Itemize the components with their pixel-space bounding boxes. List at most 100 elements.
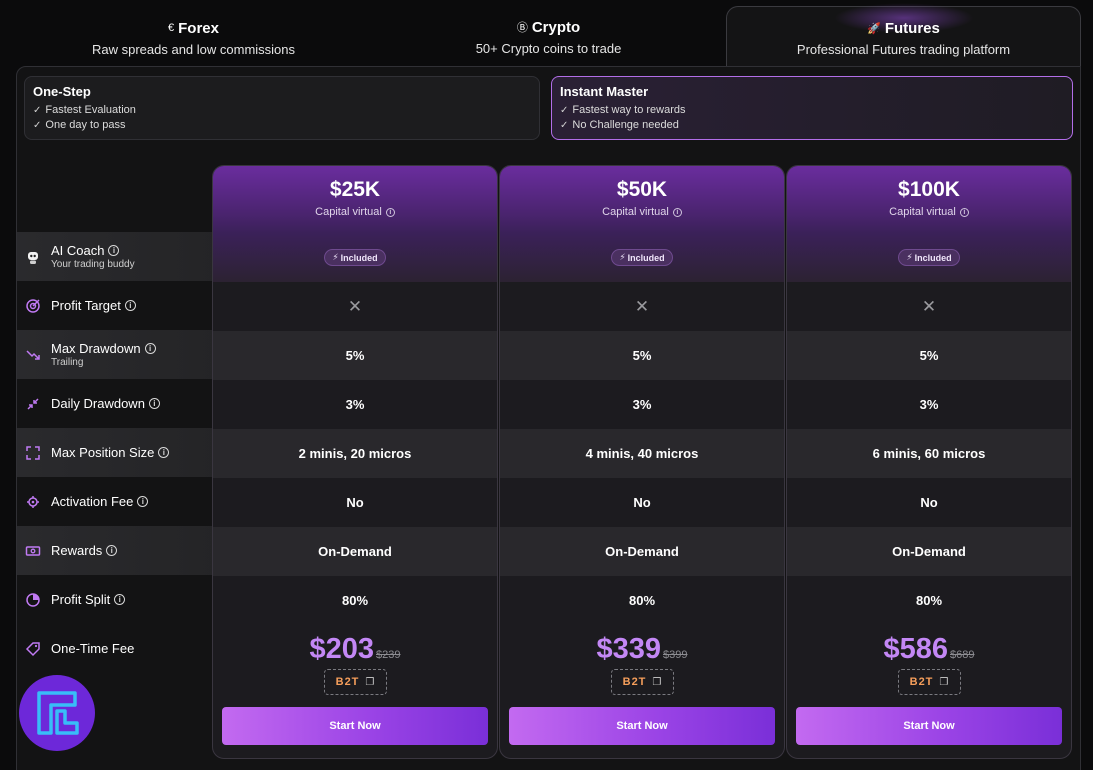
plan-price: $339	[596, 633, 662, 665]
tab-crypto-subtitle: 50+ Crypto coins to trade	[475, 41, 622, 56]
compress-icon	[25, 396, 41, 412]
info-icon[interactable]: i	[124, 300, 136, 311]
info-icon[interactable]: i	[672, 207, 682, 217]
expand-icon	[25, 445, 41, 461]
info-icon[interactable]: i	[148, 398, 160, 409]
info-icon[interactable]: i	[144, 343, 156, 354]
row-label-subtitle: Trailing	[51, 357, 84, 368]
challenge-feature: ✓ Fastest Evaluation	[33, 103, 531, 118]
row-label-max-position-size: Max Position Size i	[17, 428, 229, 477]
plan-price: $203	[309, 633, 375, 665]
challenge-feature-text: No Challenge needed	[572, 119, 679, 131]
row-label-profit-target: Profit Target i	[17, 281, 229, 330]
cell-max-drawdown: 5%	[500, 331, 784, 380]
row-label-activation-fee: Activation Fee i	[17, 477, 229, 526]
start-now-button[interactable]: Start Now	[796, 707, 1062, 745]
plan-25k: $25K Capital virtual i ⚡ Included ✕ 5% 3% …	[212, 165, 498, 759]
row-label-daily-drawdown: Daily Drawdown i	[17, 379, 229, 428]
included-badge: ⚡ Included	[611, 249, 673, 266]
tab-forex-label: Forex	[178, 19, 219, 37]
challenge-feature: ✓ No Challenge needed	[560, 118, 1064, 133]
bolt-icon: ⚡	[332, 252, 339, 262]
bolt-icon: ⚡	[619, 252, 626, 262]
tab-forex-subtitle: Raw spreads and low commissions	[91, 41, 296, 57]
challenge-type-instant-master[interactable]: Instant Master ✓ Fastest way to rewards …	[551, 76, 1073, 140]
cash-icon	[25, 543, 41, 559]
cell-max-drawdown: 5%	[787, 331, 1071, 380]
plan-50k: $50K Capital virtual i ⚡ Included ✕ 5% 3% …	[499, 165, 785, 759]
cell-ai-coach: ⚡ Included	[213, 233, 497, 282]
bitcoin-icon: Ⓑ	[516, 22, 528, 34]
plan-size: $25K	[329, 178, 381, 201]
cell-ai-coach: ⚡ Included	[500, 233, 784, 282]
included-badge: ⚡ Included	[898, 249, 960, 266]
start-now-button[interactable]: Start Now	[222, 707, 488, 745]
plan-100k: $100K Capital virtual i ⚡ Included ✕ 5% 3%…	[786, 165, 1072, 759]
plan-old-price: $399	[663, 649, 688, 661]
plan-capital-label: Capital virtual	[315, 206, 382, 218]
brand-logo[interactable]	[19, 675, 95, 751]
cell-profit-split: 80%	[915, 593, 943, 608]
promo-code[interactable]: B2T ❐	[897, 669, 961, 695]
close-icon: ✕	[921, 296, 937, 316]
plan-old-price: $689	[950, 649, 975, 661]
promo-code[interactable]: B2T ❐	[323, 669, 387, 695]
info-icon[interactable]: i	[137, 496, 149, 507]
cell-profit-target: ✕	[500, 282, 784, 331]
promo-code[interactable]: B2T ❐	[610, 669, 674, 695]
challenge-type-one-step[interactable]: One-Step ✓ Fastest Evaluation ✓ One day …	[24, 76, 540, 140]
feature-labels: AI Coach i Your trading buddy Profit Targ…	[17, 232, 229, 673]
tab-crypto-label: Crypto	[531, 18, 581, 36]
bolt-icon: ⚡	[906, 252, 913, 262]
plan-size: $50K	[616, 178, 668, 201]
cell-one-time-fee: $586 $689 B2T ❐ Start Now	[787, 625, 1071, 745]
check-icon: ✓	[560, 120, 569, 131]
cell-daily-drawdown: 3%	[632, 397, 652, 412]
row-label-text: AI Coach	[51, 243, 105, 258]
gear-icon	[25, 494, 41, 510]
copy-icon[interactable]: ❐	[939, 677, 948, 688]
row-label-text: Profit Target	[51, 298, 121, 313]
info-icon[interactable]: i	[959, 207, 969, 217]
row-label-profit-split: Profit Split i	[17, 575, 229, 624]
rocket-icon: 🚀	[867, 23, 881, 35]
tab-crypto[interactable]: Ⓑ Crypto 50+ Crypto coins to trade	[371, 6, 726, 66]
row-label-text: Profit Split	[51, 592, 111, 607]
tab-futures[interactable]: 🚀 Futures Professional Futures trading p…	[726, 6, 1081, 66]
cell-profit-split: 80%	[341, 593, 369, 608]
plan-header: $50K Capital virtual i	[500, 166, 784, 233]
pie-icon	[25, 592, 41, 608]
cell-profit-target: ✕	[213, 282, 497, 331]
copy-icon[interactable]: ❐	[652, 677, 661, 688]
info-icon[interactable]: i	[158, 447, 170, 458]
close-icon: ✕	[634, 296, 650, 316]
info-icon[interactable]: i	[108, 245, 120, 256]
row-label-ai-coach: AI Coach i Your trading buddy	[17, 232, 229, 281]
included-badge: ⚡ Included	[324, 249, 386, 266]
cell-rewards: On-Demand	[787, 527, 1071, 576]
challenge-feature-text: Fastest Evaluation	[45, 104, 136, 116]
target-icon	[25, 298, 41, 314]
row-label-text: One-Time Fee	[51, 641, 135, 656]
cell-max-position-size: 6 minis, 60 micros	[787, 429, 1071, 478]
start-now-button[interactable]: Start Now	[509, 707, 775, 745]
copy-icon[interactable]: ❐	[365, 677, 374, 688]
info-icon[interactable]: i	[114, 594, 126, 605]
row-label-max-drawdown: Max Drawdown i Trailing	[17, 330, 229, 379]
cell-profit-split: 80%	[628, 593, 656, 608]
cell-activation-fee: No	[633, 495, 651, 510]
tab-forex[interactable]: € Forex Raw spreads and low commissions	[16, 6, 371, 66]
info-icon[interactable]: i	[385, 207, 395, 217]
cell-ai-coach: ⚡ Included	[787, 233, 1071, 282]
row-label-text: Max Drawdown	[51, 341, 141, 356]
plan-capital-label: Capital virtual	[889, 206, 956, 218]
row-label-text: Daily Drawdown	[51, 396, 145, 411]
cell-daily-drawdown: 3%	[919, 397, 939, 412]
info-icon[interactable]: i	[106, 545, 118, 556]
tag-icon	[25, 641, 41, 657]
cell-rewards: On-Demand	[500, 527, 784, 576]
challenge-feature: ✓ Fastest way to rewards	[560, 103, 1064, 118]
plan-capital-label: Capital virtual	[602, 206, 669, 218]
robot-icon	[25, 249, 41, 265]
cell-profit-target: ✕	[787, 282, 1071, 331]
